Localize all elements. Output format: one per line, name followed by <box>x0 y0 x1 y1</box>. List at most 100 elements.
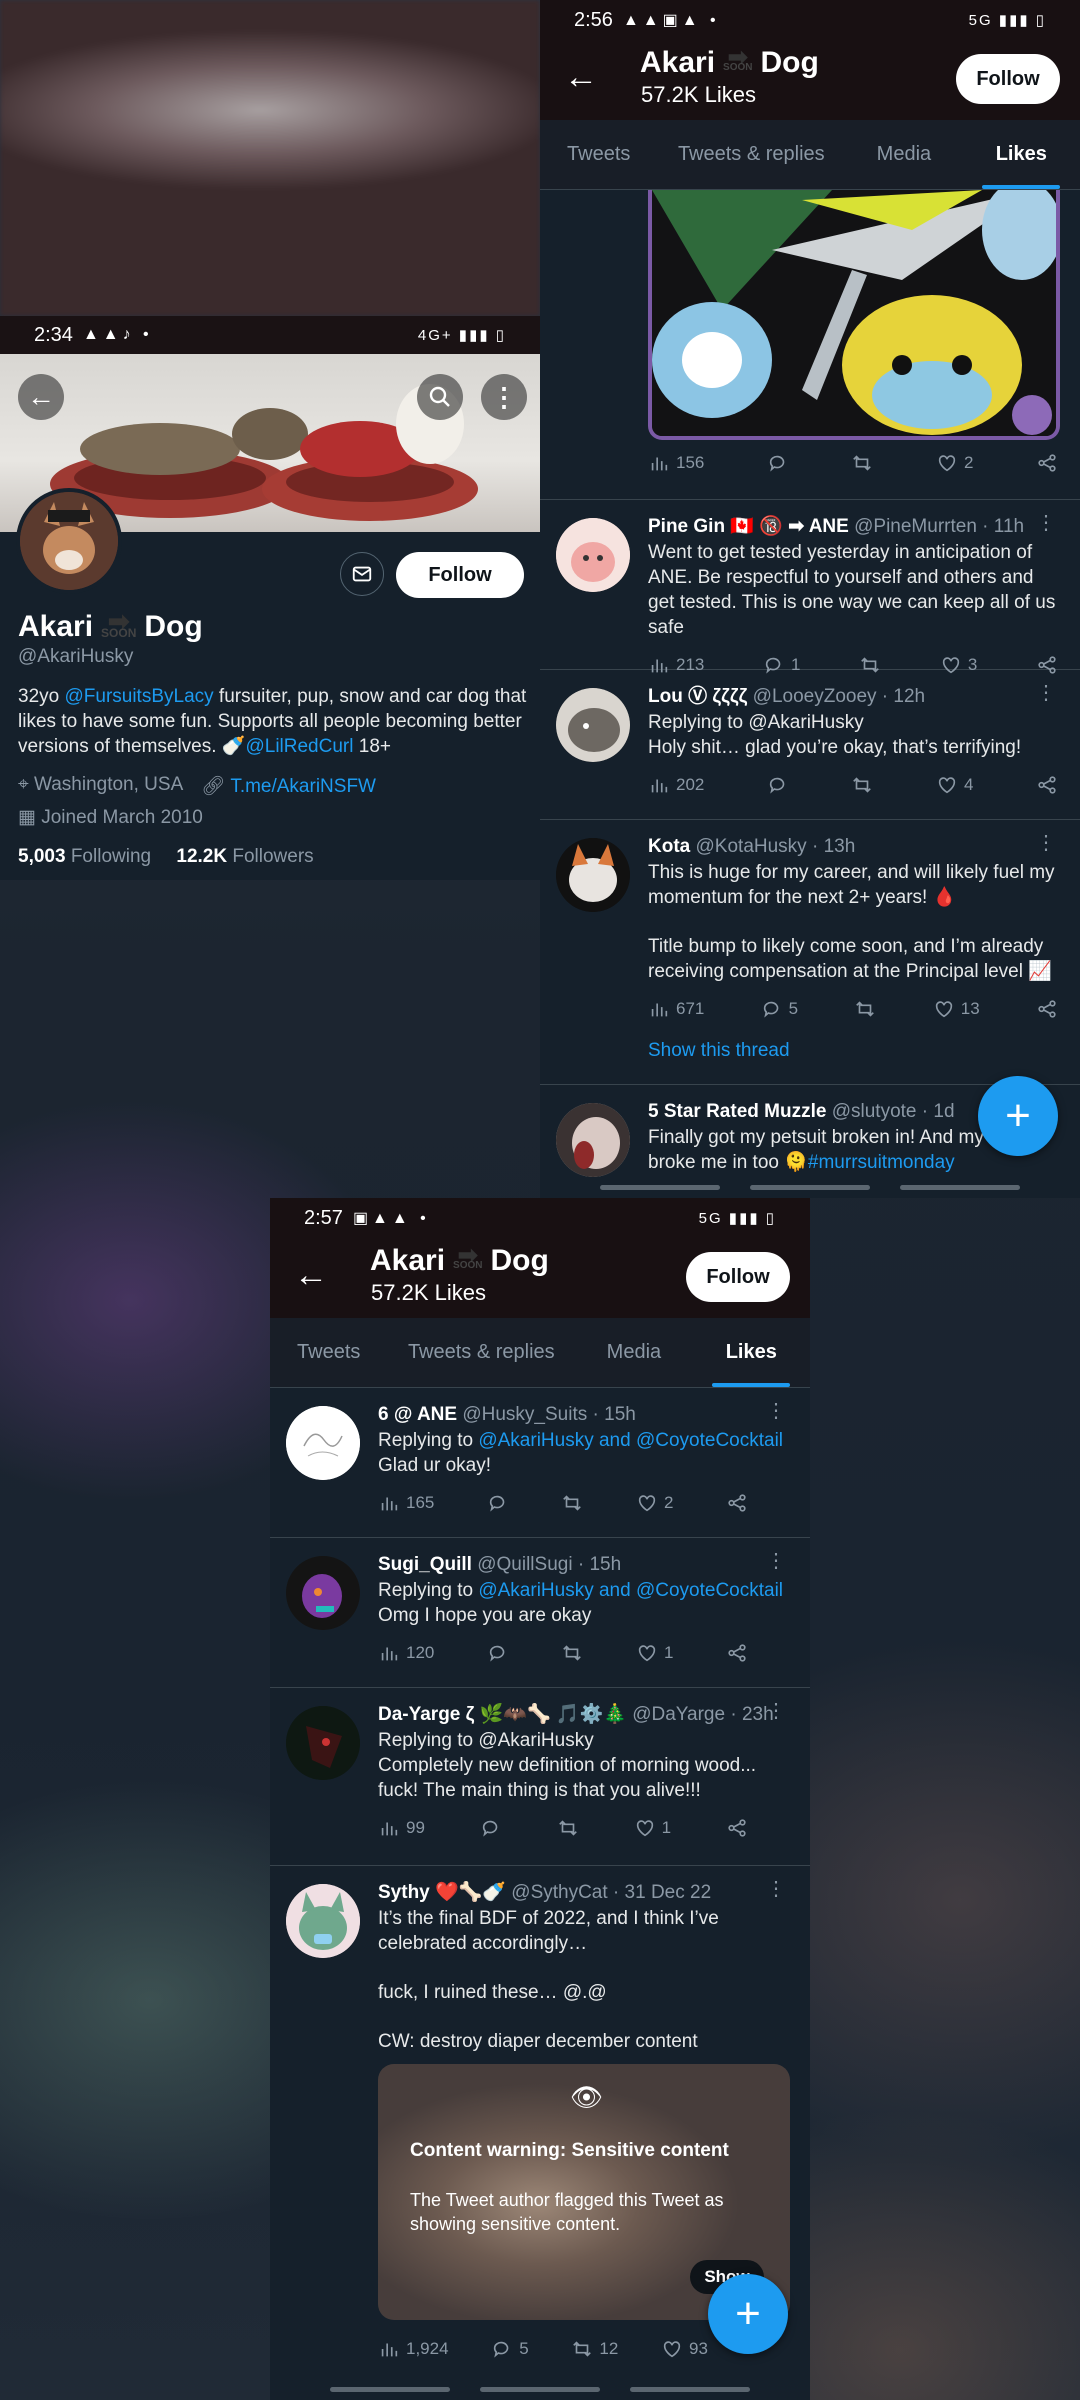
retweet-button[interactable] <box>851 774 873 796</box>
avatar[interactable] <box>286 1884 360 1958</box>
avatar[interactable] <box>556 518 630 592</box>
share-button[interactable] <box>1036 452 1058 474</box>
share-button[interactable] <box>1036 774 1058 796</box>
tweet-husky-suits[interactable]: ⋮ 6 @ ANE @Husky_Suits · 15h Replying to… <box>270 1388 810 1538</box>
compose-button[interactable]: + <box>708 2274 788 2354</box>
tweet-text: Omg I hope you are okay <box>378 1605 592 1626</box>
tweet-image[interactable] <box>648 190 1060 440</box>
views-button[interactable]: 202 <box>648 774 704 796</box>
tab-tweets[interactable]: Tweets <box>270 1318 387 1387</box>
bio-link-fursuitsbylacy[interactable]: @FursuitsByLacy <box>64 686 213 707</box>
tweet-header: Da-Yarge ζ 🌿🦇🦴 🎵⚙️🎄 @DaYarge · 23h <box>378 1704 774 1725</box>
tab-media[interactable]: Media <box>575 1318 692 1387</box>
share-button[interactable] <box>726 1642 748 1664</box>
tweet-actions: 99 1 <box>378 1817 748 1839</box>
like-button[interactable]: 93 <box>661 2338 708 2360</box>
tweet-actions: 671 5 13 <box>648 998 1058 1020</box>
followers-link[interactable]: 12.2K Followers <box>176 846 313 867</box>
back-button[interactable]: ← <box>294 1256 328 1295</box>
following-link[interactable]: 5,003 Following <box>18 846 151 867</box>
tweet-actions: 1,924 5 12 93 <box>378 2338 708 2360</box>
reply-button[interactable]: 5 <box>761 998 798 1020</box>
views-button[interactable]: 1,924 <box>378 2338 449 2360</box>
views-button[interactable]: 120 <box>378 1642 434 1664</box>
reply-button[interactable] <box>487 1492 509 1514</box>
tweet-text: This is huge for my career, and will lik… <box>648 862 1055 908</box>
back-button[interactable]: ← <box>564 58 598 97</box>
retweet-button[interactable] <box>854 998 876 1020</box>
reply-mention-links[interactable]: @AkariHusky and @CoyoteCocktail <box>478 1430 783 1451</box>
tweet-body: 6 @ ANE @Husky_Suits · 15h Replying to @… <box>378 1402 790 1514</box>
reply-button[interactable] <box>767 774 789 796</box>
profile-location: Washington, USA <box>33 774 184 795</box>
avatar[interactable] <box>556 1103 630 1177</box>
banner-back-button[interactable]: ← <box>18 374 64 420</box>
retweet-button[interactable] <box>557 1817 579 1839</box>
heart-icon <box>638 1645 656 1662</box>
hashtag-link[interactable]: #murrsuitmonday <box>808 1152 955 1173</box>
tab-media[interactable]: Media <box>845 120 962 189</box>
status-time: 2:56 <box>574 8 613 31</box>
views-button[interactable]: 671 <box>648 998 704 1020</box>
heart-icon <box>638 1495 656 1512</box>
views-button[interactable]: 99 <box>378 1817 425 1839</box>
like-button[interactable]: 1 <box>636 1642 673 1664</box>
header-name: Akari ➡ SOON Dog <box>370 1242 549 1278</box>
avatar[interactable] <box>286 1706 360 1780</box>
reply-mention-links[interactable]: @AkariHusky and @CoyoteCocktail <box>478 1580 783 1601</box>
show-thread-link[interactable]: Show this thread <box>648 1040 1060 1062</box>
tweet-lou[interactable]: ⋮ Lou Ⓥ ζζζζ @LooeyZooey · 12h Replying … <box>540 670 1080 820</box>
banner-search-button[interactable] <box>417 374 463 420</box>
heart-icon <box>636 1820 653 1837</box>
profile-follow-button[interactable]: Follow <box>396 552 524 598</box>
banner-more-button[interactable]: ⋮ <box>481 374 527 420</box>
tweet-dayarge[interactable]: ⋮ Da-Yarge ζ 🌿🦇🦴 🎵⚙️🎄 @DaYarge · 23h Rep… <box>270 1688 810 1866</box>
avatar[interactable] <box>556 688 630 762</box>
like-button[interactable]: 2 <box>636 1492 673 1514</box>
gesture-bar <box>330 2387 450 2392</box>
share-button[interactable] <box>726 1817 748 1839</box>
reply-button[interactable] <box>767 452 789 474</box>
heart-icon <box>938 455 956 472</box>
tab-tweets[interactable]: Tweets <box>540 120 657 189</box>
like-button[interactable]: 2 <box>936 452 973 474</box>
header-follow-button[interactable]: Follow <box>686 1252 790 1302</box>
bio-link-lilredcurl[interactable]: @LilRedCurl <box>245 736 353 757</box>
compose-button[interactable]: + <box>978 1076 1058 1156</box>
retweet-button[interactable] <box>851 452 873 474</box>
reply-to: Replying to @AkariHusky <box>648 712 864 733</box>
retweet-button[interactable] <box>561 1492 583 1514</box>
tweet-pinegin[interactable]: ⋮ Pine Gin 🇨🇦 🔞 ➡ ANE @PineMurrten · 11h… <box>540 500 1080 674</box>
reply-button[interactable] <box>480 1817 502 1839</box>
header-follow-button[interactable]: Follow <box>956 54 1060 104</box>
views-button[interactable]: 165 <box>378 1492 434 1514</box>
like-button[interactable]: 1 <box>634 1817 671 1839</box>
avatar[interactable] <box>286 1556 360 1630</box>
tab-tweets-replies[interactable]: Tweets & replies <box>657 120 845 189</box>
tweet-text-3: CW: destroy diaper december content <box>378 2031 698 2052</box>
reply-button[interactable] <box>487 1642 509 1664</box>
share-button[interactable] <box>726 1492 748 1514</box>
share-button[interactable] <box>1036 998 1058 1020</box>
retweet-button[interactable]: 12 <box>571 2338 618 2360</box>
avatar[interactable] <box>556 838 630 912</box>
message-button[interactable] <box>340 552 384 596</box>
tweet-quillsugi[interactable]: ⋮ Sugi_Quill @QuillSugi · 15h Replying t… <box>270 1538 810 1688</box>
tab-likes[interactable]: Likes <box>693 1318 810 1387</box>
like-button[interactable]: 4 <box>936 774 973 796</box>
retweet-icon <box>856 1001 875 1017</box>
retweet-button[interactable] <box>561 1642 583 1664</box>
reply-button[interactable]: 5 <box>491 2338 529 2360</box>
tab-tweets-replies[interactable]: Tweets & replies <box>387 1318 575 1387</box>
header-name: Akari ➡ SOON Dog <box>640 44 819 80</box>
profile-avatar[interactable] <box>16 488 122 594</box>
profile-link[interactable]: T.me/AkariNSFW <box>230 776 376 797</box>
like-button[interactable]: 13 <box>933 998 980 1020</box>
views-button[interactable]: 156 <box>648 452 704 474</box>
tweet-kota[interactable]: ⋮ Kota @KotaHusky · 13h This is huge for… <box>540 820 1080 1085</box>
tweet-actions: 120 1 <box>378 1642 748 1664</box>
tweet-text: Holy shit… glad you’re okay, that’s terr… <box>648 737 1022 758</box>
tweet-image-partial[interactable]: 156 2 <box>540 190 1080 500</box>
avatar[interactable] <box>286 1406 360 1480</box>
tab-likes[interactable]: Likes <box>963 120 1080 189</box>
